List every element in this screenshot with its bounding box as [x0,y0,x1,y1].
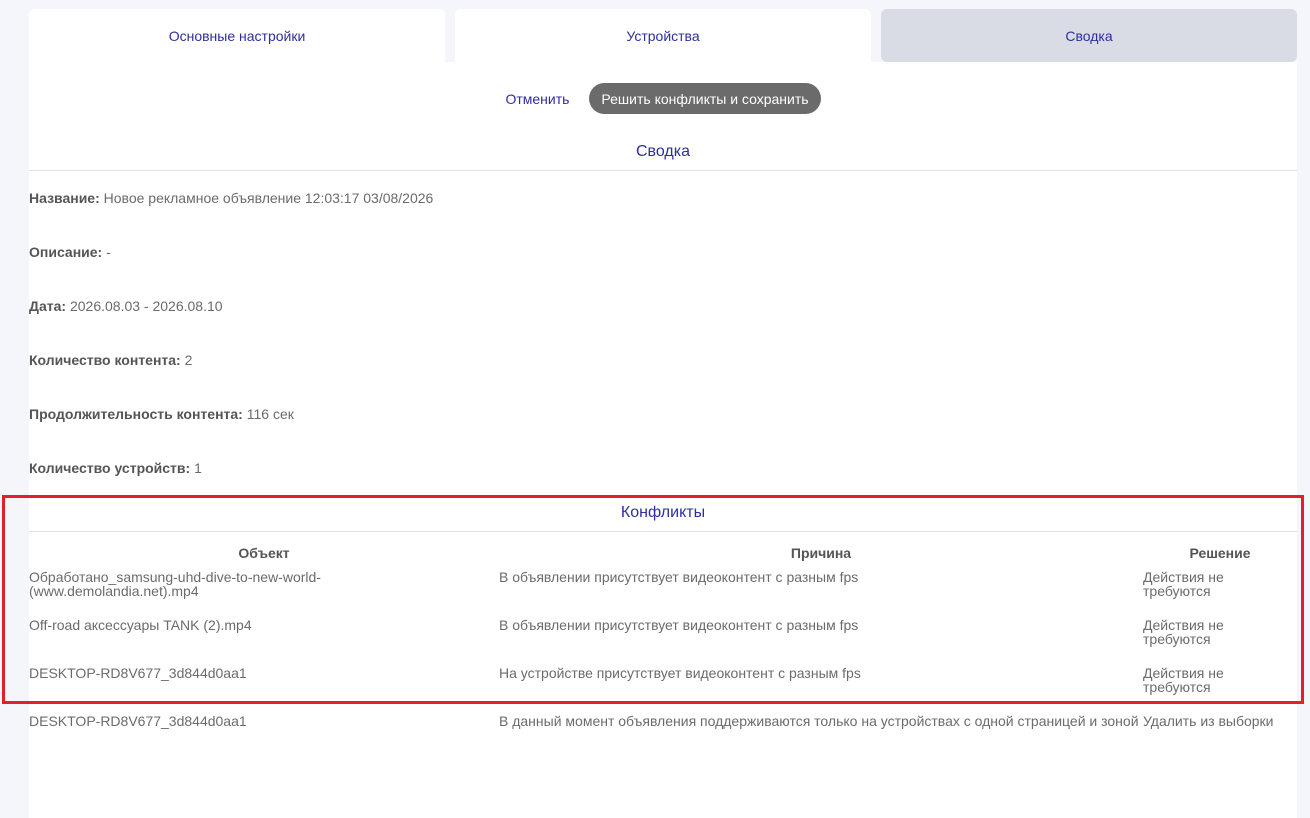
header-reason: Причина [790,545,852,561]
row-object: DESKTOP-RD8V677_3d844d0aa1 [29,665,247,681]
row-solution: Действия не требуются [1143,569,1224,599]
info-description-value: - [106,244,111,260]
summary-title: Сводка [635,143,690,160]
tab-devices[interactable]: Устройства [455,9,871,62]
info-device-count-label: Количество устройств: [29,460,191,476]
row-object: Обработано_samsung-uhd-dive-to-new-world… [29,569,321,599]
row-solution: Действия не требуются [1143,617,1224,647]
info-content-duration: Продолжительность контента: 116 сек [29,406,294,422]
row-reason: В данный момент объявления поддерживаютс… [499,713,1139,729]
info-device-count: Количество устройств: 1 [29,460,202,476]
info-name-label: Название: [29,190,100,206]
tab-summary[interactable]: Сводка [881,9,1297,62]
summary-panel: Отменить Решить конфликты и сохранить Св… [29,62,1297,818]
info-date-value: 2026.08.03 - 2026.08.10 [69,298,223,314]
row-solution: Действия не требуются [1143,665,1224,695]
info-date-label: Дата: [29,298,67,314]
row-reason: В объявлении присутствует видеоконтент с… [499,617,859,633]
divider [29,531,1297,532]
info-date: Дата: 2026.08.03 - 2026.08.10 [29,298,223,314]
info-name-value: Новое рекламное объявление 12:03:17 03/0… [103,190,434,206]
action-bar: Отменить Решить конфликты и сохранить [29,83,1297,114]
info-content-count-label: Количество контента: [29,352,181,368]
row-reason: В объявлении присутствует видеоконтент с… [499,569,859,585]
tab-bar: Основные настройки Устройства Сводка [29,9,1297,62]
info-content-duration-label: Продолжительность контента: [29,406,243,422]
row-reason: На устройстве присутствует видеоконтент … [499,665,861,681]
info-name: Название: Новое рекламное объявление 12:… [29,190,433,206]
info-description: Описание: - [29,244,111,260]
divider [29,170,1297,171]
header-object: Объект [238,545,290,561]
resolve-and-save-button[interactable]: Решить конфликты и сохранить [589,83,821,114]
cancel-button[interactable]: Отменить [505,91,569,107]
info-device-count-value: 1 [194,460,202,476]
tab-basic-settings[interactable]: Основные настройки [29,9,445,62]
row-object: DESKTOP-RD8V677_3d844d0aa1 [29,713,247,729]
header-solution: Решение [1189,545,1251,561]
info-content-count-value: 2 [184,352,193,368]
conflicts-title: Конфликты [620,504,706,521]
row-solution-action[interactable]: Удалить из выборки [1143,714,1297,728]
row-object: Off-road аксессуары TANK (2).mp4 [29,617,252,633]
info-content-duration-value: 116 сек [246,406,294,422]
info-description-label: Описание: [29,244,103,260]
info-content-count: Количество контента: 2 [29,352,192,368]
